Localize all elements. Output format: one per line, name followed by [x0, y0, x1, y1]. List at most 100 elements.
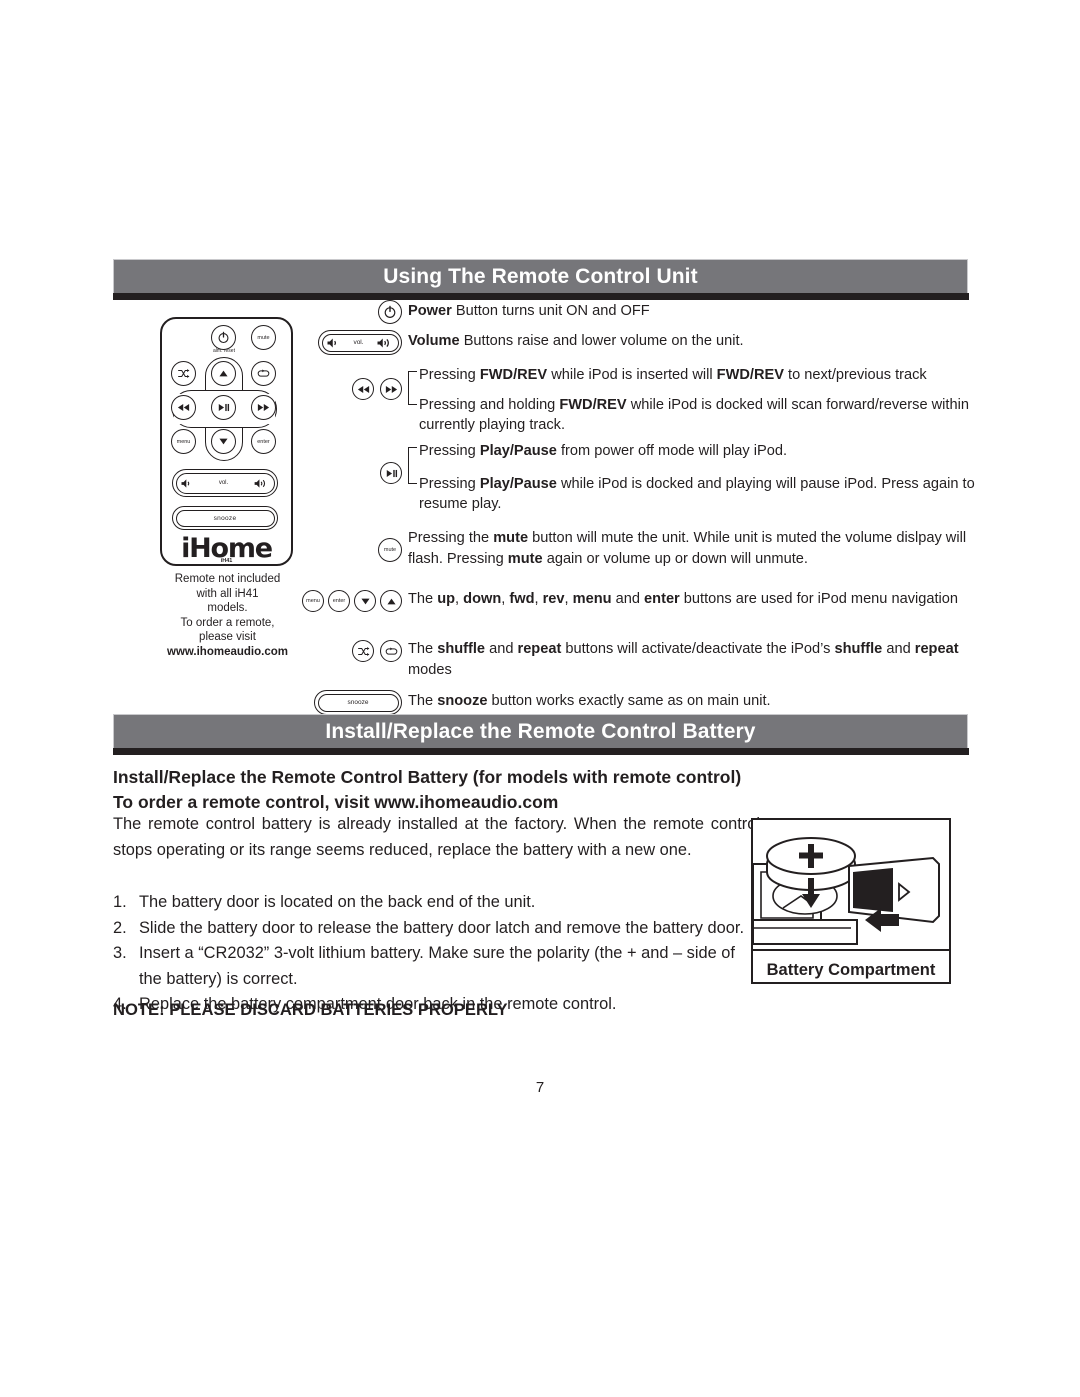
remote-snooze-label: snooze: [213, 514, 237, 522]
remote-volume-control[interactable]: vol.: [172, 469, 278, 497]
volume-up-icon: [377, 338, 389, 347]
battery-steps-list: 1. The battery door is located on the ba…: [113, 890, 760, 1018]
function-text-shuffle-repeat: The shuffle and repeat buttons will acti…: [408, 641, 959, 678]
menu-icon: menu: [302, 590, 324, 612]
function-row-navigation: menu enter The up, down, fwd, rev, menu …: [286, 588, 976, 638]
shuffle-icon: [352, 640, 374, 662]
enter-icon: enter: [328, 590, 350, 612]
page-number: 7: [535, 1079, 545, 1096]
step-text: Slide the battery door to release the ba…: [139, 918, 744, 937]
remote-volume-label: vol.: [218, 480, 229, 486]
step-text: Insert a “CR2032” 3-volt lithium battery…: [139, 944, 735, 988]
note-line-5: please visit: [199, 631, 256, 644]
remote-menu-label: menu: [176, 438, 191, 445]
function-text-navigation: The up, down, fwd, rev, menu and enter b…: [408, 591, 959, 607]
note-line-2: with all iH41: [196, 587, 259, 600]
function-text-play-pause-1: Pressing Play/Pause from power off mode …: [419, 443, 788, 459]
down-arrow-icon: [354, 590, 376, 612]
enter-icon-label: enter: [332, 598, 346, 604]
remote-control-illustration: alm. reset mute menu enter vol. snooze i…: [160, 317, 293, 566]
repeat-icon: [380, 640, 402, 662]
remote-mute-label: mute: [257, 334, 270, 341]
remote-fwd-button[interactable]: [251, 395, 276, 420]
volume-pill-icon: vol.: [318, 330, 402, 355]
menu-icon-label: menu: [306, 598, 320, 604]
section-rule-remote: [113, 293, 969, 300]
rewind-icon: [352, 378, 374, 400]
function-row-shuffle-repeat: The shuffle and repeat buttons will acti…: [286, 638, 976, 690]
battery-compartment-caption: Battery Compartment: [766, 961, 936, 979]
step-number: 1.: [113, 893, 127, 911]
battery-intro-paragraph: The remote control battery is already in…: [113, 815, 760, 859]
battery-step: 2. Slide the battery door to release the…: [113, 916, 760, 942]
up-arrow-icon: [380, 590, 402, 612]
ihome-audio-url[interactable]: www.ihomeaudio.com: [167, 646, 288, 658]
volume-down-icon: [181, 478, 190, 488]
battery-subheading-line2: To order a remote control, visit www.iho…: [113, 791, 559, 812]
function-row-volume: vol. Volume Buttons raise and lower volu…: [286, 330, 976, 364]
step-number: 3.: [113, 944, 127, 962]
battery-step: 1. The battery door is located on the ba…: [113, 890, 760, 916]
mute-icon-label: mute: [383, 547, 397, 553]
snooze-pill-icon: snooze: [314, 690, 402, 715]
icon-cell-snooze: snooze: [286, 690, 408, 715]
play-pause-icon: [380, 462, 402, 484]
mute-icon: mute: [378, 538, 402, 562]
icon-cell-fwd-rev: [286, 364, 408, 400]
icon-cell-shuffle-repeat: [286, 638, 408, 662]
remote-enter-label: enter: [257, 438, 270, 445]
icon-cell-navigation: menu enter: [286, 588, 408, 612]
remote-mute-button[interactable]: mute: [251, 325, 276, 350]
note-line-1: Remote not included: [174, 573, 281, 585]
note-line-4: To order a remote,: [180, 616, 275, 629]
section-banner-battery: Install/Replace the Remote Control Batte…: [113, 714, 968, 748]
function-row-play-pause: Pressing Play/Pause from power off mode …: [286, 440, 976, 518]
bracket-fwd-rev: [408, 371, 417, 405]
icon-cell-mute: mute: [286, 518, 408, 562]
fast-forward-icon: [380, 378, 402, 400]
snooze-pill-label: snooze: [347, 699, 369, 706]
function-text-snooze: The snooze button works exactly same as …: [408, 693, 771, 709]
remote-power-button[interactable]: [211, 325, 236, 350]
remote-rev-button[interactable]: [171, 395, 196, 420]
remote-snooze-button[interactable]: snooze: [172, 506, 278, 530]
function-text-play-pause-2: Pressing Play/Pause while iPod is docked…: [419, 475, 975, 513]
remote-repeat-button[interactable]: [251, 361, 276, 386]
function-text-volume: Volume Buttons raise and lower volume on…: [408, 333, 744, 349]
remote-play-pause-button[interactable]: [211, 395, 236, 420]
step-number: 2.: [113, 918, 127, 937]
remote-menu-button[interactable]: menu: [171, 429, 196, 454]
icon-cell-play-pause: [286, 440, 408, 484]
step-text: The battery door is located on the back …: [139, 893, 536, 911]
remote-enter-button[interactable]: enter: [251, 429, 276, 454]
battery-discard-note: NOTE: PLEASE DISCARD BATTERIES PROPERLY: [113, 1000, 508, 1019]
remote-function-list: Power Button turns unit ON and OFF vol.: [286, 300, 976, 730]
section-title-remote: Using The Remote Control Unit: [383, 265, 698, 288]
function-text-mute: Pressing the mute button will mute the u…: [408, 530, 967, 567]
function-row-mute: mute Pressing the mute button will mute …: [286, 518, 976, 588]
function-text-fwd-rev-2: Pressing and holding FWD/REV while iPod …: [419, 396, 969, 434]
bracket-play-pause: [408, 447, 417, 484]
function-row-fwd-rev: Pressing FWD/REV while iPod is inserted …: [286, 364, 976, 440]
manual-page: Using The Remote Control Unit alm. reset…: [0, 0, 1080, 1397]
note-line-3: models.: [207, 602, 248, 615]
volume-up-icon: [254, 478, 266, 488]
remote-up-button[interactable]: [211, 361, 236, 386]
battery-subheading-line1: Install/Replace the Remote Control Batte…: [113, 767, 742, 787]
function-row-power: Power Button turns unit ON and OFF: [286, 300, 976, 330]
alm-reset-label: alm. reset: [213, 348, 235, 354]
battery-step: 3. Insert a “CR2032” 3-volt lithium batt…: [113, 941, 760, 992]
remote-model-label: iH41: [220, 558, 233, 564]
volume-down-icon: [327, 338, 336, 347]
icon-cell-power: [286, 300, 408, 324]
section-banner-remote: Using The Remote Control Unit: [113, 259, 968, 293]
remote-down-button[interactable]: [211, 429, 236, 454]
battery-subheading: Install/Replace the Remote Control Batte…: [113, 765, 903, 814]
icon-cell-volume: vol.: [286, 330, 408, 355]
function-text-fwd-rev-1: Pressing FWD/REV while iPod is inserted …: [419, 367, 927, 383]
function-text-power: Power Button turns unit ON and OFF: [408, 303, 650, 319]
section-rule-battery: [113, 748, 969, 755]
remote-shuffle-button[interactable]: [171, 361, 196, 386]
power-icon: [378, 300, 402, 324]
volume-pill-label: vol.: [353, 339, 364, 346]
